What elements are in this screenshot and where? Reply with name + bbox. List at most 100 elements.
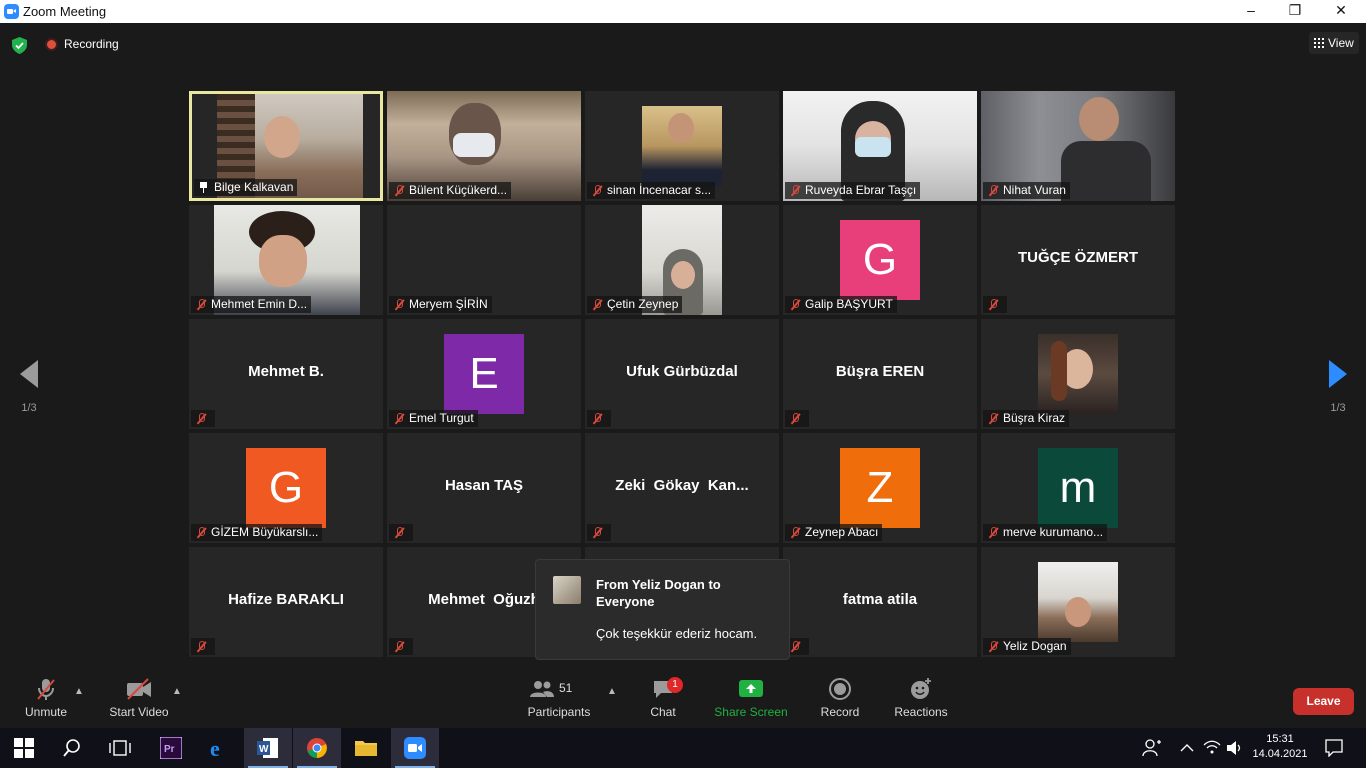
record-button[interactable]: Record [817,677,863,719]
smiley-plus-icon [911,678,931,699]
chrome-taskbar-item[interactable] [293,728,341,768]
prev-page-indicator: 1/3 [21,402,37,414]
muted-mic-icon [394,185,404,196]
task-view-button[interactable] [96,728,144,768]
system-clock[interactable]: 15:31 14.04.2021 [1250,732,1310,762]
next-page-button[interactable]: 1/3 [1323,360,1353,414]
leave-button[interactable]: Leave [1293,688,1354,715]
edge-taskbar-item[interactable]: e [196,728,244,768]
participant-tile[interactable]: Zeki Gökay Kan... [585,433,779,543]
participant-tile[interactable]: Çetin Zeynep [585,205,779,315]
muted-mic-icon [790,641,800,652]
participant-tile[interactable]: sinan İncenacar s... [585,91,779,201]
participant-tile[interactable]: fatma atila [783,547,977,657]
participant-tile[interactable]: Meryem ŞİRİN [387,205,581,315]
people-icon[interactable] [1142,738,1162,758]
unmute-button[interactable]: Unmute [20,677,72,719]
participants-options-caret-icon[interactable]: ▲ [607,686,617,697]
participant-name-label: GİZEM Büyükarslı... [191,524,323,541]
muted-microphone-icon [37,679,55,700]
pin-icon [199,182,208,193]
unmute-label: Unmute [24,705,68,719]
meeting-header: Recording View [0,23,1366,63]
share-screen-label: Share Screen [714,705,788,719]
share-screen-icon [739,680,763,697]
participant-tile[interactable]: G GİZEM Büyükarslı... [189,433,383,543]
participant-avatar: G [840,220,920,300]
search-taskbar-button[interactable] [48,728,96,768]
participant-mute-label [389,524,413,541]
participant-name-label: Meryem ŞİRİN [389,296,492,313]
folder-icon [355,741,377,756]
share-screen-button[interactable]: Share Screen [714,677,788,719]
participant-display-name: Hasan TAŞ [444,477,524,494]
tray-chevron-up-icon[interactable] [1180,743,1194,753]
muted-mic-icon [988,185,998,196]
face-mask [453,133,495,157]
muted-mic-icon [196,527,206,538]
participant-tile[interactable]: Ruveyda Ebrar Taşçı [783,91,977,201]
reactions-button[interactable]: Reactions [892,677,950,719]
audio-options-caret-icon[interactable]: ▲ [74,686,84,697]
notifications-icon[interactable] [1325,739,1343,757]
start-video-label: Start Video [109,705,169,719]
participant-tile[interactable]: Yeliz Dogan [981,547,1175,657]
participant-tile[interactable]: TUĞÇE ÖZMERT [981,205,1175,315]
muted-mic-icon [196,299,206,310]
start-button[interactable] [0,728,48,768]
participants-icon [530,681,554,697]
wifi-icon[interactable] [1203,740,1221,756]
recording-indicator-icon[interactable] [45,38,58,51]
participant-name-label: Zeynep Abacı [785,524,883,541]
participant-name-label: sinan İncenacar s... [587,182,716,199]
participant-tile[interactable]: Büşra EREN [783,319,977,429]
chat-notification-popup[interactable]: From Yeliz Dogan to Everyone Çok teşekkü… [535,559,790,660]
participants-label: Participants [527,705,591,719]
participants-button[interactable]: 51 Participants [524,677,594,719]
participant-tile[interactable]: Büşra Kiraz [981,319,1175,429]
file-explorer-taskbar-item[interactable] [342,728,390,768]
speaker-icon[interactable] [1226,740,1244,756]
participant-name-label: Emel Turgut [389,410,478,427]
sender-avatar [553,576,581,604]
participant-tile[interactable]: Bülent Küçükerd... [387,91,581,201]
restore-button[interactable]: ❐ [1272,0,1318,23]
participant-tile[interactable]: Nihat Vuran [981,91,1175,201]
word-taskbar-item[interactable]: W [244,728,292,768]
security-shield-icon[interactable] [12,37,27,54]
participant-tile[interactable]: G Galip BAŞYURT [783,205,977,315]
participant-tile[interactable]: Mehmet B. [189,319,383,429]
muted-mic-icon [394,527,404,538]
start-video-button[interactable]: Start Video [106,677,172,719]
view-button[interactable]: View [1309,32,1359,54]
participant-tile[interactable]: Z Zeynep Abacı [783,433,977,543]
participant-tile[interactable]: Bilge Kalkavan [189,91,383,201]
view-label: View [1328,36,1354,50]
premiere-taskbar-item[interactable]: Pr [147,728,195,768]
video-options-caret-icon[interactable]: ▲ [172,686,182,697]
participant-display-name: Hafize BARAKLI [228,591,344,608]
participant-tile[interactable]: Ufuk Gürbüzdal [585,319,779,429]
muted-mic-icon [196,413,206,424]
recording-label[interactable]: Recording [64,37,119,51]
participant-name-label: Nihat Vuran [983,182,1070,199]
participant-tile[interactable]: m merve kurumano... [981,433,1175,543]
minimize-button[interactable]: – [1228,0,1274,23]
participant-mute-label [983,296,1007,313]
participant-tile[interactable]: Mehmet Emin D... [189,205,383,315]
zoom-taskbar-item[interactable] [391,728,439,768]
close-button[interactable]: ✕ [1318,0,1364,23]
participant-display-name: Büşra EREN [835,363,925,380]
search-icon [63,739,80,757]
participant-face [1079,97,1119,141]
edge-browser-icon: e [210,737,220,759]
participant-name-label: Bülent Küçükerd... [389,182,512,199]
participant-tile[interactable]: E Emel Turgut [387,319,581,429]
participant-display-name: Ufuk Gürbüzdal [626,363,738,380]
participant-mute-label [191,638,215,655]
participant-tile[interactable]: Hasan TAŞ [387,433,581,543]
muted-mic-icon [988,413,998,424]
participant-name-label: merve kurumano... [983,524,1108,541]
participant-tile[interactable]: Hafize BARAKLI [189,547,383,657]
prev-page-button[interactable]: 1/3 [14,360,44,414]
